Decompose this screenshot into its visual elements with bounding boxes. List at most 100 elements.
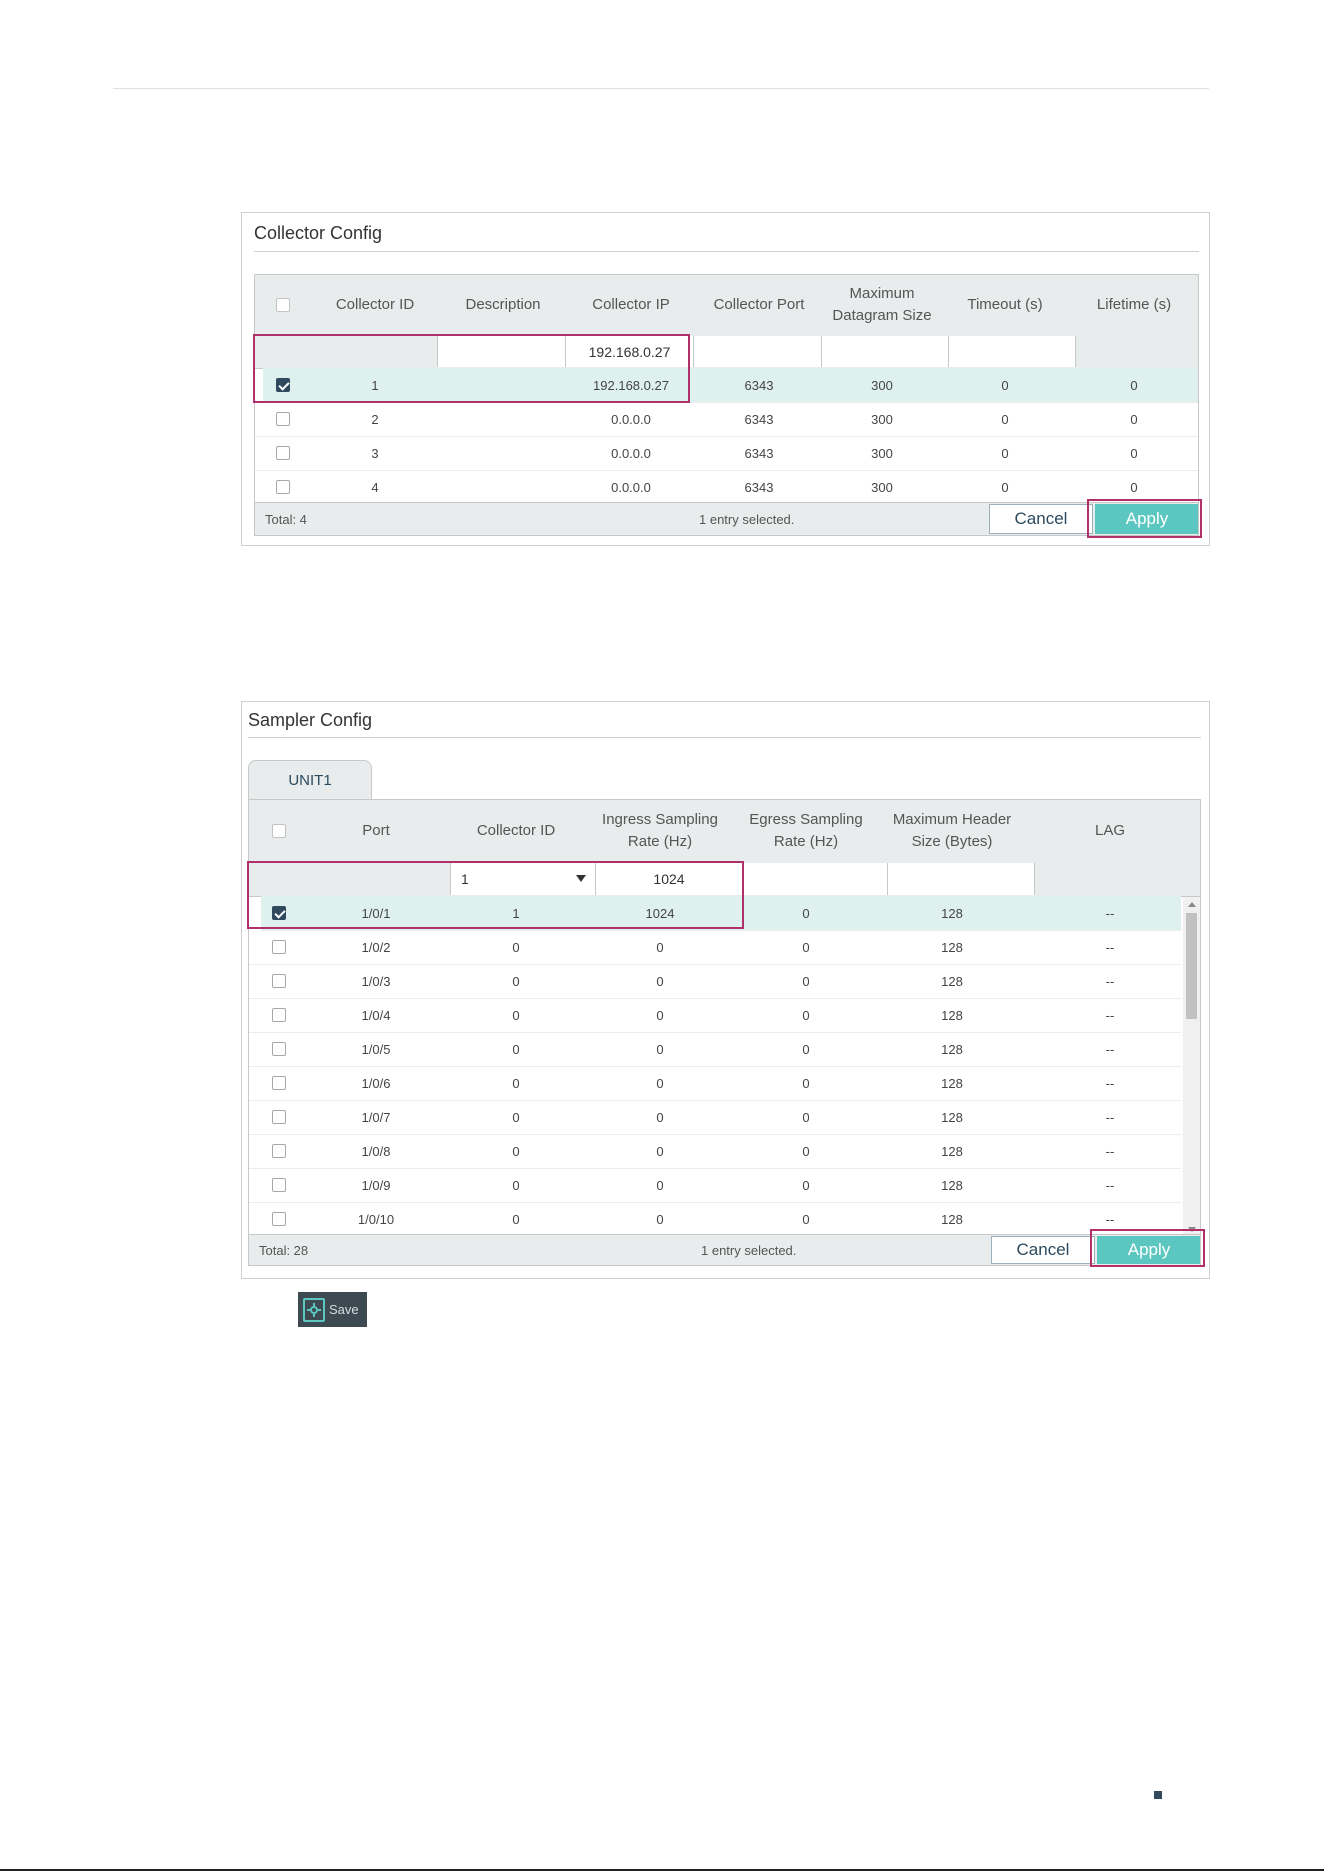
collector-row-checkbox[interactable]	[276, 412, 290, 426]
table-row[interactable]: 1/0/10 0 0 0 128 --	[249, 1202, 1181, 1237]
table-row[interactable]: 1 192.168.0.27 6343 300 0 0	[263, 368, 1198, 403]
sampler-cell-collector-id: 0	[512, 939, 520, 955]
table-row[interactable]: 1/0/8 0 0 0 128 --	[249, 1134, 1181, 1169]
sampler-scrollbar[interactable]	[1183, 897, 1200, 1238]
sampler-row-checkbox[interactable]	[272, 1008, 286, 1022]
table-row[interactable]: 1/0/9 0 0 0 128 --	[249, 1168, 1181, 1203]
sampler-row-checkbox[interactable]	[272, 940, 286, 954]
sampler-cell-max-header-size: 128	[941, 1143, 963, 1159]
collector-cell-description	[439, 368, 567, 402]
sampler-cell-lag: --	[1105, 1041, 1115, 1057]
sampler-row-checkbox[interactable]	[272, 906, 286, 920]
save-button[interactable]: Save	[298, 1292, 367, 1327]
table-row[interactable]: 1/0/5 0 0 0 128 --	[249, 1032, 1181, 1067]
collector-header-datagram-size[interactable]: Maximum Datagram Size	[823, 275, 941, 335]
collector-ip-input[interactable]: 192.168.0.27	[565, 336, 694, 367]
sampler-cell-collector-id: 0	[512, 1007, 520, 1023]
collector-header-timeout[interactable]: Timeout (s)	[941, 275, 1069, 335]
sampler-row-checkbox[interactable]	[272, 1212, 286, 1226]
sampler-header-port[interactable]: Port	[309, 800, 443, 862]
scroll-down-icon[interactable]	[1188, 1227, 1196, 1232]
collector-header-ip[interactable]: Collector IP	[567, 275, 695, 335]
sampler-cell-egress-rate: 0	[802, 1041, 810, 1057]
sampler-scrollbar-thumb[interactable]	[1186, 913, 1197, 1019]
collector-header-description[interactable]: Description	[439, 275, 567, 335]
sampler-cell-collector-id: 0	[512, 973, 520, 989]
sampler-header-lag[interactable]: LAG	[1037, 800, 1183, 862]
sampler-cell-collector-id: 0	[512, 1109, 520, 1125]
collector-row-checkbox[interactable]	[276, 480, 290, 494]
collector-cell-ip: 0.0.0.0	[611, 479, 651, 495]
collector-cancel-button[interactable]: Cancel	[989, 504, 1093, 534]
collector-table-footer: Total: 4 1 entry selected. Cancel Apply	[255, 502, 1198, 535]
sampler-header-collector-id[interactable]: Collector ID	[443, 800, 589, 862]
collector-cell-lifetime: 0	[1130, 479, 1138, 495]
collector-header-port[interactable]: Collector Port	[695, 275, 823, 335]
collector-row-checkbox[interactable]	[276, 378, 290, 392]
sampler-cancel-button[interactable]: Cancel	[991, 1236, 1095, 1264]
sampler-cell-port: 1/0/1	[361, 905, 391, 921]
collector-cell-datagram-size: 300	[871, 377, 893, 393]
sampler-cell-egress-rate: 0	[802, 905, 810, 921]
sampler-table-footer: Total: 28 1 entry selected. Cancel Apply	[249, 1234, 1200, 1265]
sampler-cell-ingress-rate: 0	[656, 1109, 664, 1125]
collector-datagram-size-input[interactable]	[821, 336, 949, 367]
tab-unit1[interactable]: UNIT1	[248, 760, 372, 800]
collector-row-checkbox-cell	[255, 402, 311, 436]
sampler-header-egress-rate[interactable]: Egress Sampling Rate (Hz)	[745, 800, 867, 862]
sampler-max-header-size-input[interactable]	[887, 863, 1035, 895]
table-row[interactable]: 3 0.0.0.0 6343 300 0 0	[255, 436, 1198, 471]
table-row[interactable]: 1/0/6 0 0 0 128 --	[249, 1066, 1181, 1101]
collector-title-divider	[254, 251, 1199, 252]
chevron-down-icon	[576, 875, 586, 882]
sampler-row-checkbox[interactable]	[272, 1144, 286, 1158]
sampler-cell-max-header-size: 128	[941, 1041, 963, 1057]
collector-header-lifetime[interactable]: Lifetime (s)	[1069, 275, 1198, 335]
sampler-ingress-rate-input[interactable]: 1024	[595, 863, 743, 895]
collector-apply-button[interactable]: Apply	[1095, 504, 1198, 534]
collector-row-checkbox-cell	[255, 368, 311, 402]
collector-cell-id: 3	[371, 445, 379, 461]
sampler-row-checkbox-cell	[249, 1202, 309, 1236]
collector-cell-ip: 192.168.0.27	[593, 377, 669, 393]
sampler-header-ingress-rate[interactable]: Ingress Sampling Rate (Hz)	[599, 800, 721, 862]
table-row[interactable]: 1/0/3 0 0 0 128 --	[249, 964, 1181, 999]
sampler-select-all-checkbox[interactable]	[272, 824, 286, 838]
collector-timeout-input[interactable]	[948, 336, 1076, 367]
sampler-apply-button[interactable]: Apply	[1097, 1236, 1200, 1264]
collector-row-checkbox[interactable]	[276, 446, 290, 460]
table-row[interactable]: 1/0/7 0 0 0 128 --	[249, 1100, 1181, 1135]
sampler-row-checkbox[interactable]	[272, 1076, 286, 1090]
table-row[interactable]: 1/0/2 0 0 0 128 --	[249, 930, 1181, 965]
collector-description-input[interactable]	[437, 336, 566, 367]
table-row[interactable]: 4 0.0.0.0 6343 300 0 0	[255, 470, 1198, 505]
sampler-title-divider	[248, 737, 1201, 738]
collector-select-all-checkbox[interactable]	[276, 298, 290, 312]
sampler-collector-id-select[interactable]: 1	[450, 863, 597, 895]
sampler-row-checkbox[interactable]	[272, 1110, 286, 1124]
sampler-row-checkbox-cell	[249, 930, 309, 964]
sampler-cell-max-header-size: 128	[941, 1007, 963, 1023]
scroll-up-icon[interactable]	[1188, 902, 1196, 907]
save-gear-icon	[303, 1297, 325, 1322]
sampler-cell-collector-id: 1	[512, 905, 520, 921]
table-row[interactable]: 2 0.0.0.0 6343 300 0 0	[255, 402, 1198, 437]
table-row[interactable]: 1/0/4 0 0 0 128 --	[249, 998, 1181, 1033]
collector-cell-port: 6343	[744, 377, 774, 393]
sampler-row-checkbox[interactable]	[272, 974, 286, 988]
collector-cell-port: 6343	[744, 479, 774, 495]
page-marker	[1154, 1791, 1162, 1799]
sampler-cell-port: 1/0/8	[361, 1143, 391, 1159]
sampler-row-checkbox[interactable]	[272, 1178, 286, 1192]
collector-port-input[interactable]	[693, 336, 822, 367]
sampler-row-checkbox[interactable]	[272, 1042, 286, 1056]
sampler-cell-port: 1/0/5	[361, 1041, 391, 1057]
sampler-edit-row: 1 1024	[249, 862, 1200, 897]
table-row[interactable]: 1/0/1 1 1024 0 128 --	[261, 896, 1181, 931]
collector-header-id[interactable]: Collector ID	[311, 275, 439, 335]
sampler-cell-egress-rate: 0	[802, 1211, 810, 1227]
sampler-egress-rate-input[interactable]	[742, 863, 888, 895]
sampler-header-max-header-size[interactable]: Maximum Header Size (Bytes)	[890, 800, 1014, 862]
sampler-cell-ingress-rate: 0	[656, 1143, 664, 1159]
collector-cell-timeout: 0	[1001, 377, 1009, 393]
